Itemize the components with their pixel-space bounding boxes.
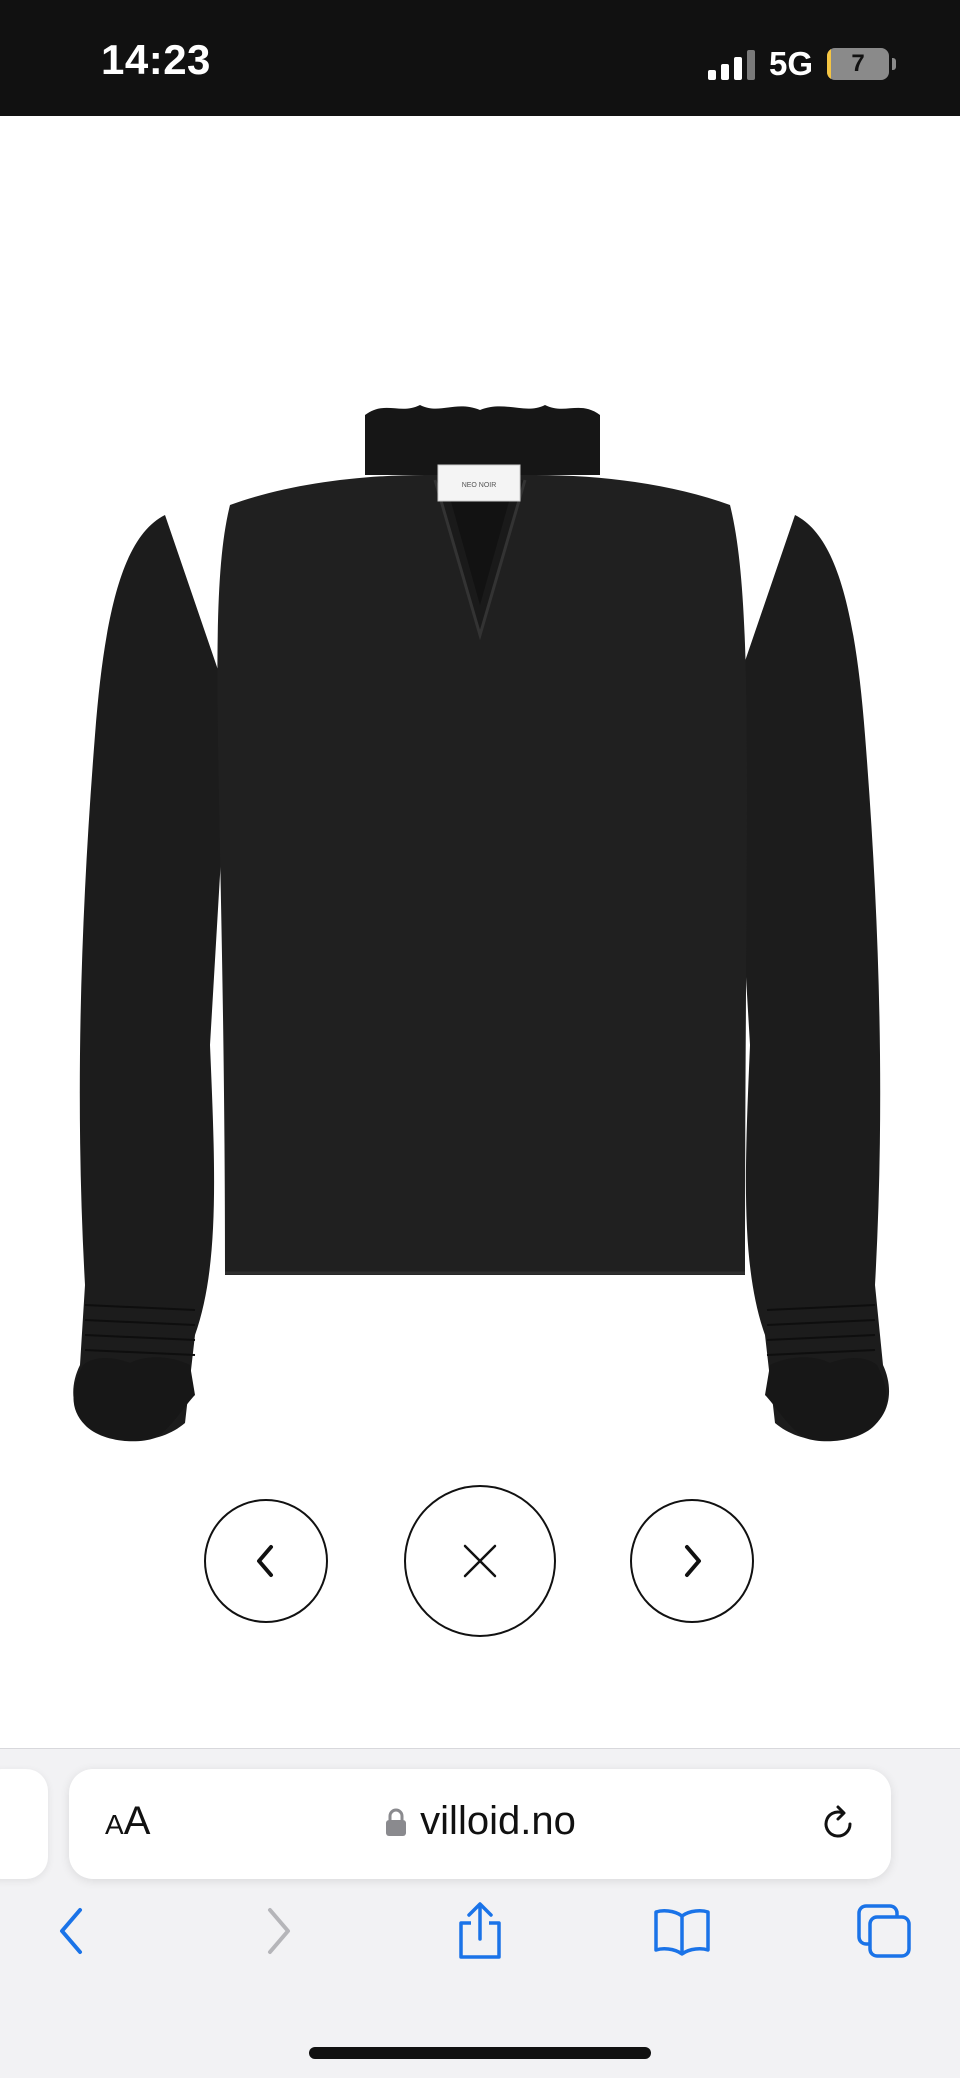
status-bar: 14:23 5G 7 xyxy=(0,0,960,116)
battery-percent: 7 xyxy=(851,50,865,77)
screen: 14:23 5G 7 NEO NOIR A A villoid.no xyxy=(0,0,960,2078)
reload-button[interactable] xyxy=(815,1801,861,1847)
previous-tab-peek[interactable] xyxy=(0,1769,48,1879)
battery-icon: 7 xyxy=(827,48,896,80)
forward-button[interactable] xyxy=(246,1899,310,1963)
back-button[interactable] xyxy=(40,1899,104,1963)
chevron-right-icon xyxy=(685,1545,701,1577)
share-icon xyxy=(459,1902,501,1959)
lock-icon xyxy=(386,1808,407,1836)
tabs-button[interactable] xyxy=(852,1899,916,1963)
share-button[interactable] xyxy=(448,1899,512,1963)
battery-level xyxy=(827,48,832,80)
back-arrow-icon xyxy=(60,1908,82,1954)
gallery-controls xyxy=(0,1485,960,1640)
close-icon xyxy=(463,1544,497,1578)
url-display[interactable]: villoid.no xyxy=(69,1799,891,1844)
close-gallery-button[interactable] xyxy=(404,1485,556,1637)
black-denim-blouse-image: NEO NOIR xyxy=(73,405,890,1442)
forward-arrow-icon xyxy=(268,1908,290,1954)
reload-icon xyxy=(824,1805,852,1838)
cellular-signal-icon xyxy=(707,48,755,80)
chevron-left-icon xyxy=(257,1545,273,1577)
tabs-icon xyxy=(857,1904,911,1958)
bookmarks-button[interactable] xyxy=(650,1899,714,1963)
safari-toolbar xyxy=(0,1899,960,1989)
network-label: 5G xyxy=(768,45,813,82)
safari-bottom-bar: A A villoid.no xyxy=(0,1748,960,2078)
bookmarks-icon xyxy=(654,1909,710,1956)
address-bar[interactable]: A A villoid.no xyxy=(69,1769,891,1879)
url-text: villoid.no xyxy=(420,1799,576,1843)
product-image: NEO NOIR xyxy=(55,405,905,1455)
status-indicators: 5G 7 xyxy=(707,44,896,84)
brand-label: NEO NOIR xyxy=(462,482,497,489)
home-indicator[interactable] xyxy=(309,2047,651,2059)
status-time: 14:23 xyxy=(101,36,211,83)
previous-image-button[interactable] xyxy=(204,1499,328,1623)
next-image-button[interactable] xyxy=(630,1499,754,1623)
